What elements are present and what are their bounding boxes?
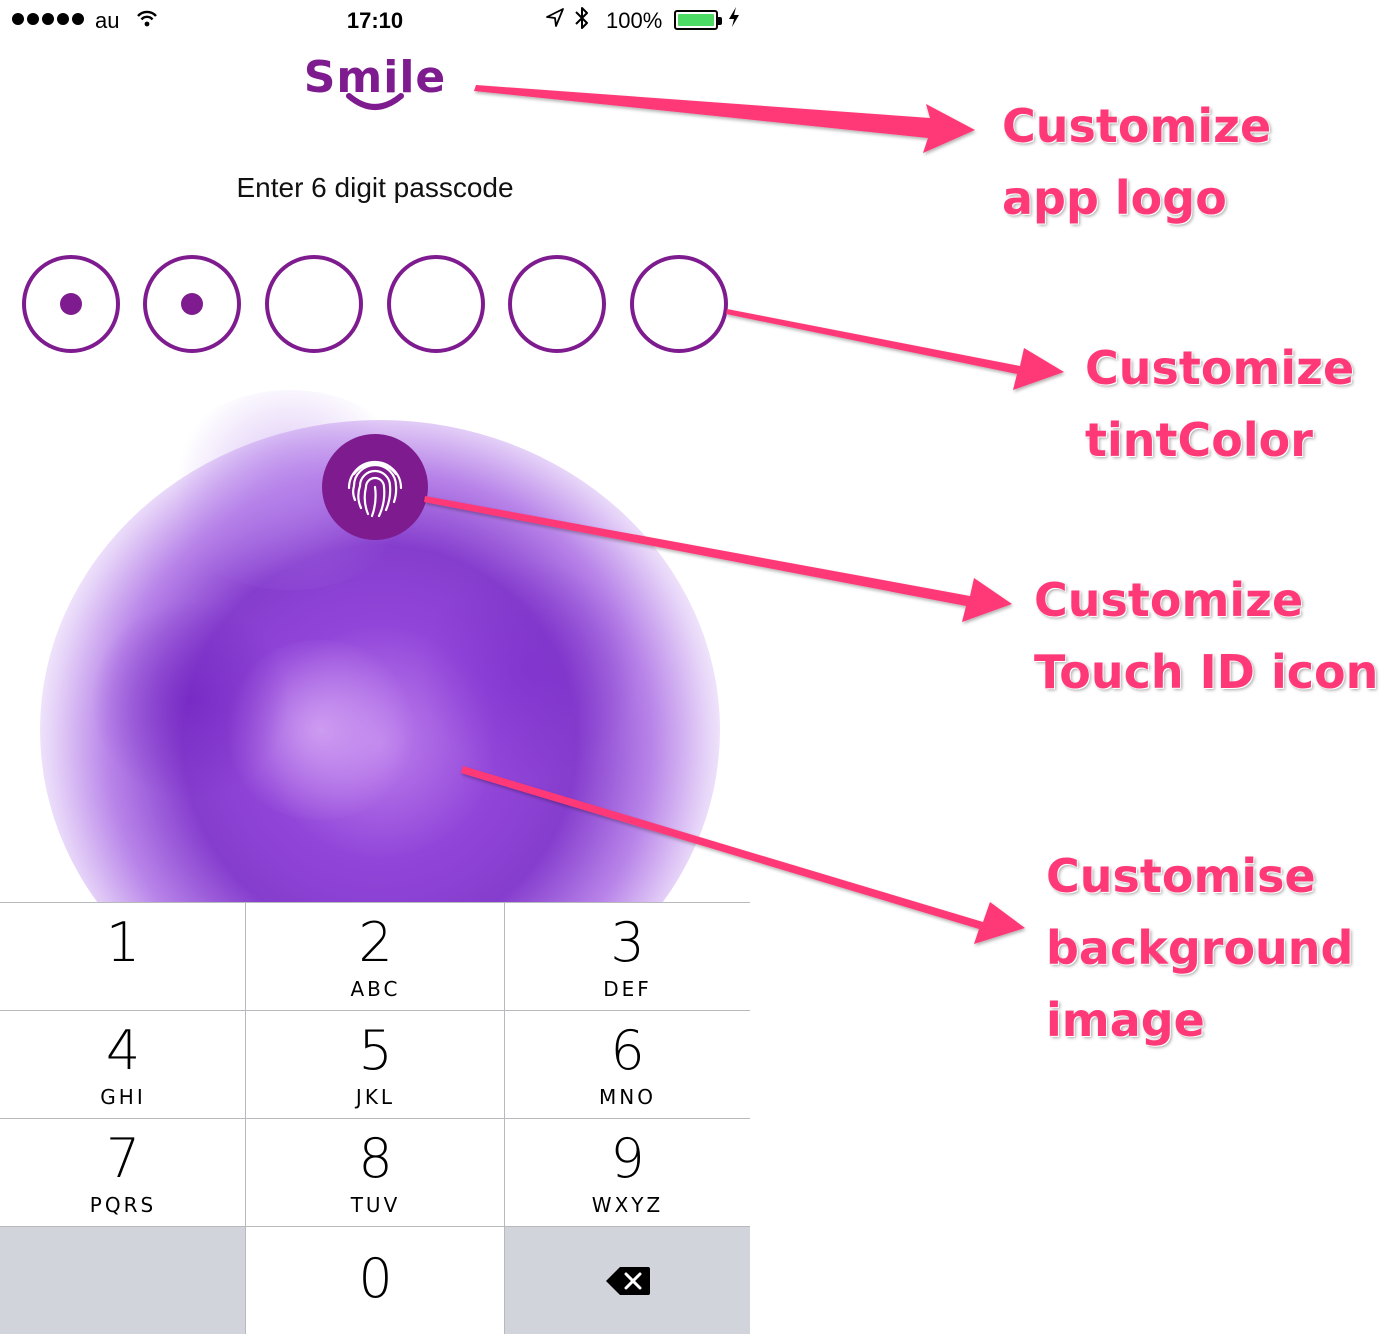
key-letters: WXYZ — [591, 1193, 664, 1217]
passcode-indicator — [22, 255, 728, 353]
key-8[interactable]: 8 TUV — [245, 1118, 505, 1226]
key-number: 6 — [610, 1019, 645, 1082]
key-number: 3 — [610, 911, 645, 974]
key-number: 0 — [358, 1247, 393, 1310]
battery-icon — [674, 10, 722, 30]
callout-line: app logo — [1002, 171, 1227, 225]
passcode-dot-empty — [387, 255, 485, 353]
key-9[interactable]: 9 WXYZ — [504, 1118, 750, 1226]
key-7[interactable]: 7 PQRS — [0, 1118, 246, 1226]
key-blank — [0, 1226, 246, 1334]
key-5[interactable]: 5 JKL — [245, 1010, 505, 1118]
passcode-dot-filled — [143, 255, 241, 353]
passcode-dot-filled — [22, 255, 120, 353]
callout-line: background — [1046, 921, 1354, 975]
callout-line: Customize — [1034, 573, 1304, 627]
key-letters: ABC — [350, 977, 401, 1001]
bluetooth-icon — [574, 5, 590, 38]
key-4[interactable]: 4 GHI — [0, 1010, 246, 1118]
key-number: 4 — [105, 1019, 141, 1082]
callout-app-logo: Customize app logo — [1002, 90, 1271, 234]
passcode-prompt: Enter 6 digit passcode — [236, 172, 514, 203]
key-number: 8 — [358, 1127, 393, 1190]
smile-curve-icon — [346, 93, 404, 110]
callout-line: Customize — [1085, 341, 1355, 395]
callout-tint-color: Customize tintColor — [1085, 332, 1354, 476]
delete-icon — [605, 1266, 650, 1295]
key-2[interactable]: 2 ABC — [245, 902, 505, 1010]
app-logo: Smile — [300, 52, 450, 116]
callout-line: Touch ID icon — [1034, 645, 1379, 699]
number-keypad: 1 2 ABC 3 DEF 4 GHI 5 JKL 6 MNO 7 PQRS 8 — [0, 902, 750, 1334]
fingerprint-icon — [347, 460, 403, 518]
callout-background-image: Customise background image — [1046, 840, 1353, 1056]
key-number: 2 — [358, 911, 393, 974]
status-bar: au 17:10 100% — [0, 0, 750, 40]
callout-line: Customize — [1002, 99, 1272, 153]
passcode-screen: au 17:10 100% Smile Enter 6 digit passco… — [0, 0, 750, 1334]
callout-line: tintColor — [1085, 413, 1313, 467]
key-0[interactable]: 0 — [245, 1226, 505, 1334]
delete-button[interactable] — [504, 1226, 750, 1334]
key-letters: JKL — [355, 1085, 396, 1109]
key-6[interactable]: 6 MNO — [504, 1010, 750, 1118]
passcode-dot-empty — [508, 255, 606, 353]
key-letters: GHI — [100, 1085, 146, 1109]
callout-line: image — [1046, 993, 1205, 1047]
key-number: 7 — [105, 1127, 141, 1190]
key-letters: DEF — [603, 977, 652, 1001]
key-3[interactable]: 3 DEF — [504, 902, 750, 1010]
touch-id-button[interactable] — [322, 434, 428, 540]
arrow-to-tint — [726, 309, 1064, 390]
key-letters: PQRS — [89, 1193, 157, 1217]
battery-percentage: 100% — [606, 8, 663, 33]
key-number: 5 — [358, 1019, 393, 1082]
key-number: 1 — [105, 911, 141, 974]
key-letters: TUV — [350, 1193, 401, 1217]
callout-line: Customise — [1046, 849, 1316, 903]
key-number: 9 — [610, 1127, 645, 1190]
location-icon — [545, 7, 565, 35]
key-1[interactable]: 1 — [0, 902, 246, 1010]
passcode-dot-empty — [265, 255, 363, 353]
callout-touch-id: Customize Touch ID icon — [1034, 564, 1378, 708]
passcode-dot-empty — [630, 255, 728, 353]
charging-icon — [728, 6, 740, 34]
key-letters: MNO — [599, 1085, 656, 1109]
